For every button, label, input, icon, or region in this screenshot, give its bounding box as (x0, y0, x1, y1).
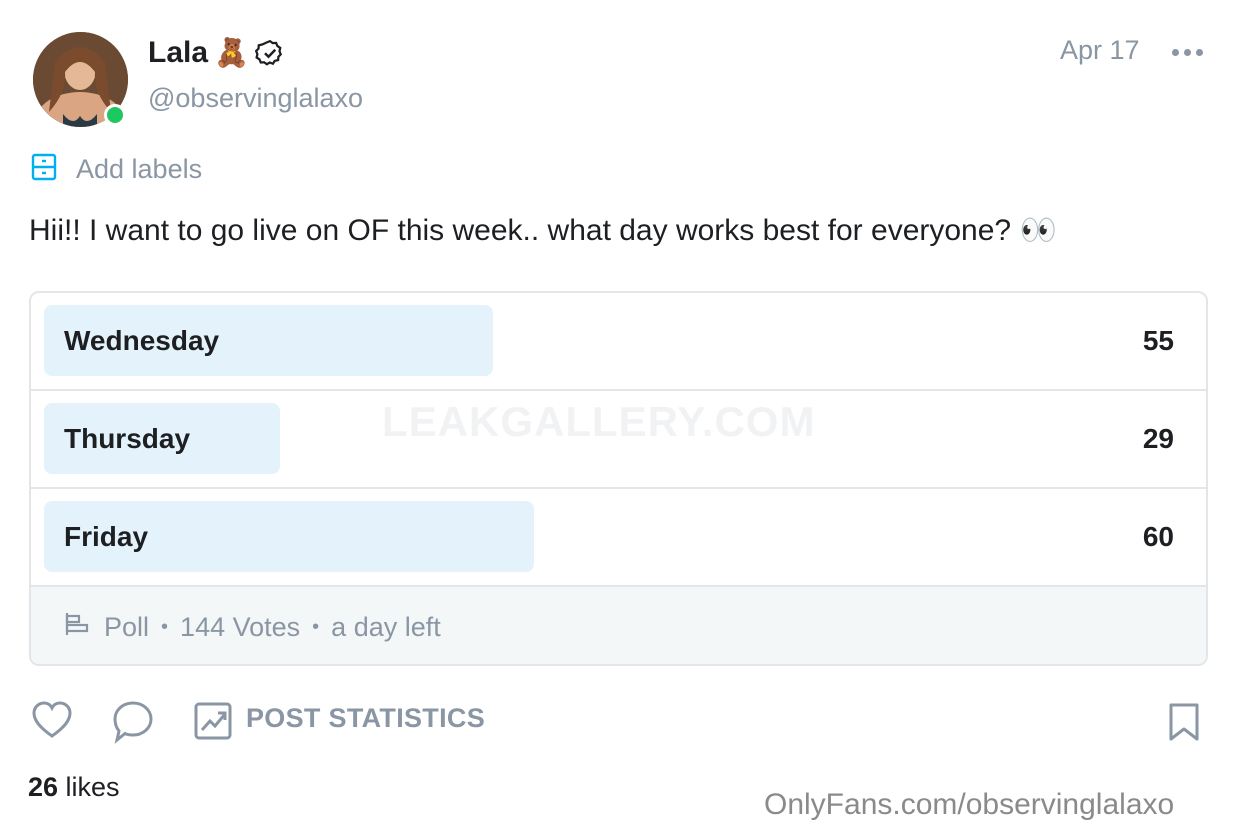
poll: Wednesday 55 Thursday 29 Friday 60 Poll … (29, 291, 1208, 666)
poll-footer: Poll • 144 Votes • a day left (31, 587, 1206, 664)
poll-option-votes: 60 (1142, 521, 1174, 552)
poll-option-thursday[interactable]: Thursday 29 (31, 391, 1206, 489)
post-date[interactable]: Apr 17 (1060, 35, 1140, 66)
labels-icon (30, 152, 58, 187)
poll-votes-total: 144 Votes (180, 612, 301, 642)
name-row: Lala 🧸 (148, 33, 285, 73)
poll-time-left: a day left (331, 612, 441, 642)
display-name[interactable]: Lala (148, 36, 208, 70)
poll-option-votes: 29 (1142, 423, 1174, 454)
poll-option-label: Wednesday (64, 325, 220, 356)
verified-icon (254, 38, 285, 68)
poll-icon (64, 611, 92, 644)
bookmark-icon[interactable] (1166, 701, 1202, 748)
separator-dot: • (312, 616, 320, 638)
likes-suffix: likes (58, 772, 120, 802)
stats-icon[interactable] (193, 701, 233, 746)
poll-option-friday[interactable]: Friday 60 (31, 489, 1206, 587)
add-labels-label: Add labels (76, 154, 203, 184)
username[interactable]: @observinglalaxo (148, 83, 363, 114)
poll-option-label: Friday (64, 521, 149, 552)
heart-icon[interactable] (31, 700, 73, 745)
more-icon[interactable] (1172, 42, 1208, 62)
post-text: Hii!! I want to go live on OF this week.… (29, 214, 1057, 247)
comment-icon[interactable] (112, 700, 154, 749)
likes-count[interactable]: 26 likes (28, 772, 120, 803)
watermark-bottom: OnlyFans.com/observinglalaxo (764, 788, 1175, 821)
add-labels-button[interactable]: Add labels (30, 152, 202, 187)
poll-type-label: Poll (104, 612, 150, 642)
online-status-indicator (104, 104, 126, 126)
post-statistics-button[interactable]: POST STATISTICS (246, 703, 485, 734)
post-card: Lala 🧸 @observinglalaxo Apr 17 Add label… (0, 0, 1244, 840)
poll-option-label: Thursday (64, 423, 191, 454)
separator-dot: • (161, 616, 169, 638)
poll-option-wednesday[interactable]: Wednesday 55 (31, 293, 1206, 391)
name-emoji: 🧸 (214, 37, 249, 68)
likes-number: 26 (28, 772, 59, 802)
poll-option-votes: 55 (1142, 325, 1174, 356)
